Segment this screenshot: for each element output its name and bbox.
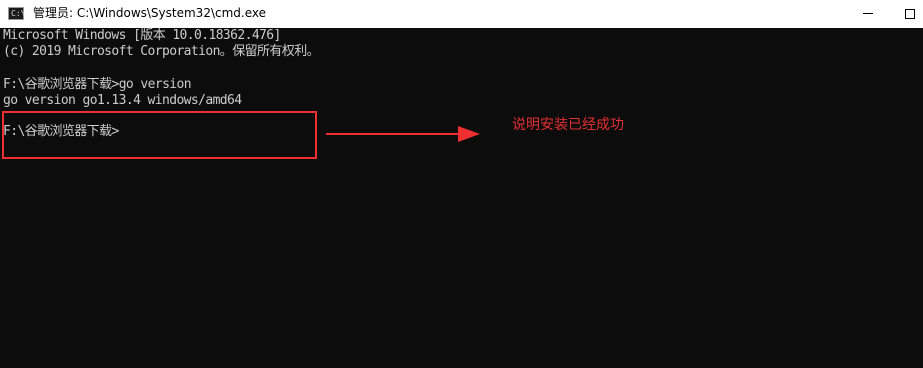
- cmd-icon[interactable]: C:\: [8, 7, 26, 20]
- console-line-version: Microsoft Windows [版本 10.0.18362.476]: [3, 28, 281, 43]
- highlight-annotation-box: [2, 111, 317, 159]
- console-output[interactable]: Microsoft Windows [版本 10.0.18362.476] (c…: [0, 28, 923, 368]
- minimize-button[interactable]: [846, 0, 892, 28]
- console-line-command: F:\谷歌浏览器下载>go version: [3, 77, 192, 92]
- title-bar[interactable]: C:\ 管理员: C:\Windows\System32\cmd.exe: [0, 0, 923, 28]
- cmd-window: C:\ 管理员: C:\Windows\System32\cmd.exe Mic…: [0, 0, 923, 368]
- maximize-icon: [905, 9, 915, 19]
- prompt-glyph: C:\: [11, 9, 26, 18]
- minimize-icon: [863, 13, 873, 14]
- window-title: 管理员: C:\Windows\System32\cmd.exe: [33, 6, 266, 20]
- annotation-arrow-icon: [326, 126, 480, 142]
- console-line-go-version-output: go version go1.13.4 windows/amd64: [3, 93, 242, 108]
- console-line-copyright: (c) 2019 Microsoft Corporation。保留所有权利。: [3, 44, 320, 59]
- maximize-button[interactable]: [893, 0, 923, 28]
- annotation-text: 说明安装已经成功: [512, 117, 624, 133]
